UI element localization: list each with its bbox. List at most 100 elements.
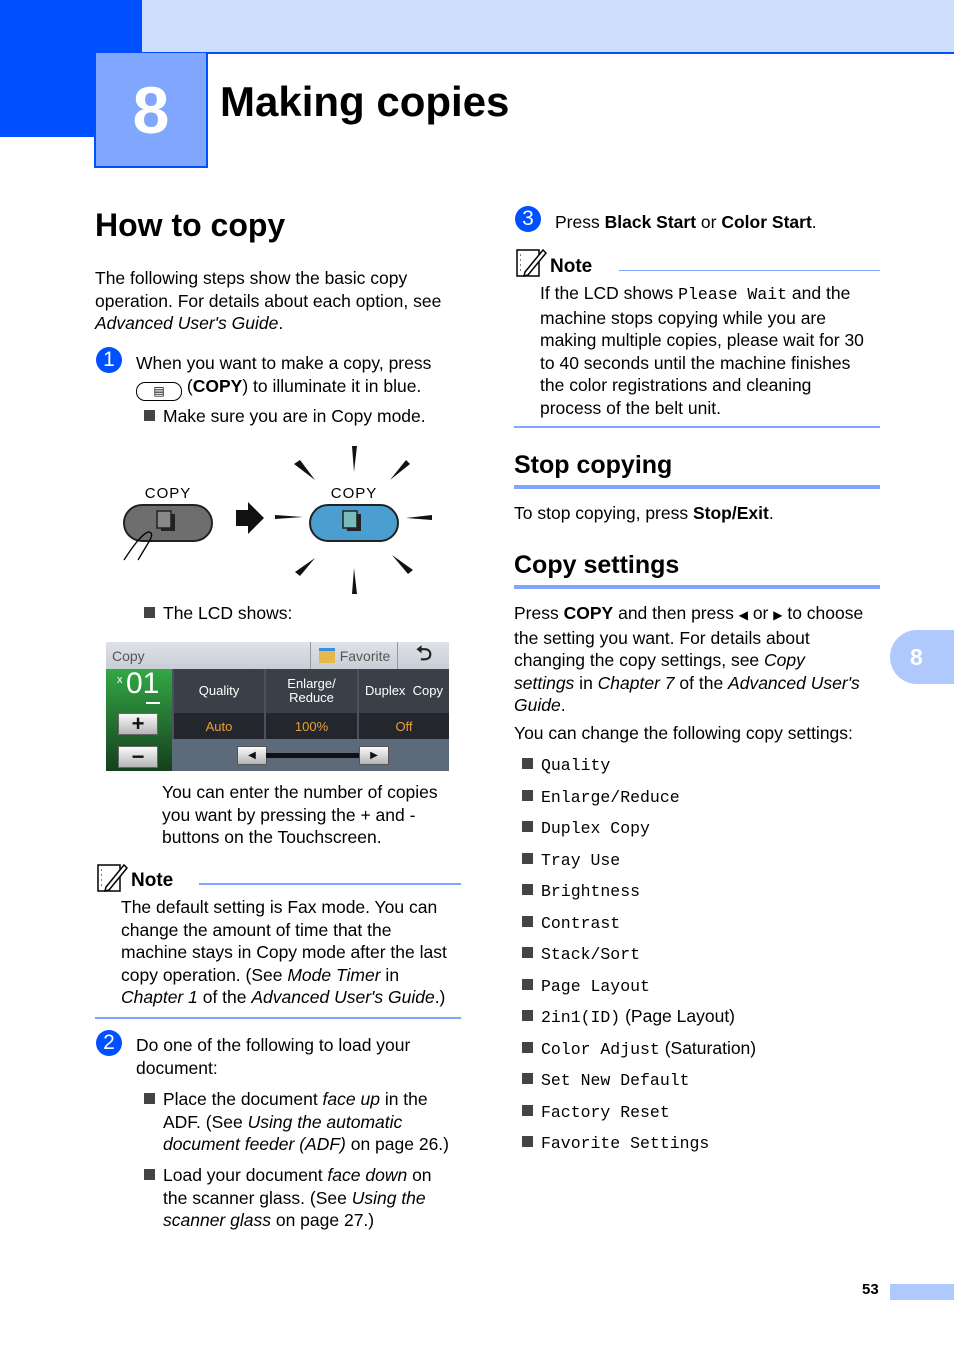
- note-title: Note: [131, 870, 174, 891]
- setting-value: Auto: [174, 713, 264, 739]
- text: in: [574, 672, 598, 693]
- text: on page 26.): [345, 1134, 449, 1154]
- text: and the: [787, 283, 851, 303]
- favorite-label: Favorite: [339, 647, 391, 664]
- copy-key-label: COPY: [192, 375, 243, 396]
- adf-link[interactable]: Using the automatic: [248, 1112, 403, 1132]
- copies-line: You can enter the number of copies: [162, 782, 438, 802]
- setting-list-item: Brightness: [522, 879, 882, 911]
- step2-line: Do one of the following to load your: [136, 1035, 411, 1055]
- setting-list-item: Stack/Sort: [522, 942, 882, 974]
- copy-settings-link[interactable]: settings: [514, 673, 574, 693]
- section-heading-copy-settings: Copy settings: [514, 551, 680, 579]
- scanner-glass-link[interactable]: Using the: [352, 1188, 426, 1208]
- copy-settings-list: Quality Enlarge/Reduce Duplex Copy Tray Use…: [522, 753, 882, 1163]
- chapter-title: Making copies: [220, 78, 510, 125]
- setting-name: Set New Default: [541, 1071, 690, 1090]
- step1-text: When you want to make a copy, press ▤ (C…: [136, 352, 466, 401]
- note-line: making multiple copies, please wait for …: [540, 330, 864, 350]
- copy-key: COPY: [563, 603, 614, 623]
- text: the scanner glass. (See: [163, 1187, 352, 1208]
- color-start-key: Color Start: [721, 212, 812, 232]
- note-body: If the LCD shows Please Wait and the mac…: [540, 282, 885, 419]
- document-icon-right: [342, 510, 361, 531]
- scroll-left-button[interactable]: ◀: [237, 746, 267, 765]
- step2-bullet-adf: Place the document face up in the ADF. (…: [144, 1088, 469, 1156]
- copy-key-icon: ▤: [136, 381, 182, 401]
- heading-rule: [514, 485, 880, 489]
- scanner-glass-link[interactable]: scanner glass: [163, 1210, 271, 1230]
- note-line: Chapter 1 of the Advanced User's Guide.): [121, 986, 466, 1009]
- scroll-track[interactable]: [266, 753, 360, 758]
- settings-line: changing the copy settings, see Copy: [514, 649, 884, 672]
- section-heading-how-to-copy: How to copy: [95, 207, 286, 243]
- setting-list-item: Factory Reset: [522, 1100, 882, 1132]
- setting-note: (Saturation): [659, 1037, 757, 1058]
- stop-paragraph: To stop copying, press Stop/Exit.: [514, 502, 774, 525]
- note-rule-bottom: [95, 1017, 461, 1019]
- setting-cell-quality[interactable]: Quality Auto: [172, 669, 264, 739]
- setting-label: Enlarge/ Reduce: [266, 669, 357, 713]
- text: .): [434, 987, 446, 1007]
- setting-name: Duplex Copy: [541, 819, 650, 838]
- text: Press: [514, 603, 564, 623]
- guide-ref: Guide: [514, 695, 561, 715]
- text: .: [768, 503, 774, 523]
- note-rule-top: [619, 270, 880, 271]
- setting-name: Favorite Settings: [541, 1134, 710, 1153]
- chapter-ref: Chapter 1: [121, 987, 198, 1007]
- setting-list-item: Color Adjust (Saturation): [522, 1037, 882, 1069]
- lcd-shows-bullet: The LCD shows:: [144, 602, 292, 625]
- intro-line: operation. For details about each option…: [95, 290, 442, 311]
- setting-cell-duplex-copy[interactable]: Duplex Copy Off: [357, 669, 449, 739]
- bullet-line: ADF. (See Using the automatic: [144, 1111, 469, 1134]
- text: on page 27.): [270, 1210, 375, 1230]
- plus-button[interactable]: +: [118, 711, 158, 736]
- copy-button-illustration: COPY COPY: [123, 446, 432, 594]
- text: or: [696, 212, 722, 232]
- minus-button[interactable]: −: [118, 744, 158, 769]
- text: in the: [379, 1089, 428, 1109]
- setting-list-item: 2in1(ID) (Page Layout): [522, 1005, 882, 1037]
- setting-name: Factory Reset: [541, 1102, 670, 1122]
- intro-line: Advanced User's Guide.: [95, 312, 470, 335]
- chapter-side-tab: 8: [890, 630, 954, 684]
- setting-cell-enlarge-reduce[interactable]: Enlarge/ Reduce 100%: [264, 669, 357, 739]
- lcd-message: Please Wait: [678, 285, 788, 304]
- bullet-line: Load your document face down on: [144, 1164, 469, 1187]
- settings-line: Press COPY and then press ◀ or ▶ to choo…: [514, 602, 884, 627]
- note-line: change the amount of time that the: [121, 919, 392, 940]
- back-button[interactable]: ⮌: [397, 642, 449, 669]
- setting-label: Quality: [174, 669, 264, 713]
- lcd-screen: Copy Favorite ⮌ x 01 + − Quality Auto En…: [106, 642, 449, 771]
- guide-ref: Advanced User's Guide: [251, 987, 435, 1007]
- text: of the: [197, 987, 252, 1007]
- copy-settings-link[interactable]: Copy: [764, 650, 805, 670]
- copy-label-right: COPY: [331, 485, 378, 502]
- copies-paragraph: You can enter the number of copies you w…: [162, 781, 462, 849]
- text: changing the copy settings, see: [514, 650, 765, 670]
- adf-link[interactable]: document feeder (ADF): [163, 1134, 346, 1154]
- step-number-1: 1: [96, 347, 122, 373]
- page-number-bar: [890, 1284, 954, 1300]
- scroll-right-button[interactable]: ▶: [359, 746, 389, 765]
- setting-name: Tray Use: [541, 850, 621, 870]
- setting-name: Brightness: [541, 882, 641, 901]
- note-line: the color registrations and cleaning: [540, 375, 812, 395]
- setting-list-item: Tray Use: [522, 848, 882, 880]
- favorite-button[interactable]: Favorite: [310, 642, 398, 669]
- step2-bullet-glass: Load your document face down on the scan…: [144, 1164, 469, 1232]
- arrow-right-icon: [236, 502, 264, 534]
- intro-line: The following steps show the basic copy: [95, 268, 408, 288]
- step3-text: Press Black Start or Color Start.: [555, 211, 817, 234]
- copy-label-left: COPY: [145, 485, 192, 502]
- chapter-band-light: [142, 0, 954, 54]
- note-rule-top: [199, 883, 461, 885]
- text: Place the document: [163, 1089, 323, 1109]
- text: Load your document: [163, 1165, 328, 1185]
- step2-line: document:: [136, 1057, 218, 1078]
- note-line: to 40 seconds until the machine finishes: [540, 352, 851, 373]
- folder-icon: [318, 648, 335, 663]
- text: on: [407, 1165, 432, 1185]
- note-line: machine stays in Copy mode after the las…: [121, 942, 447, 962]
